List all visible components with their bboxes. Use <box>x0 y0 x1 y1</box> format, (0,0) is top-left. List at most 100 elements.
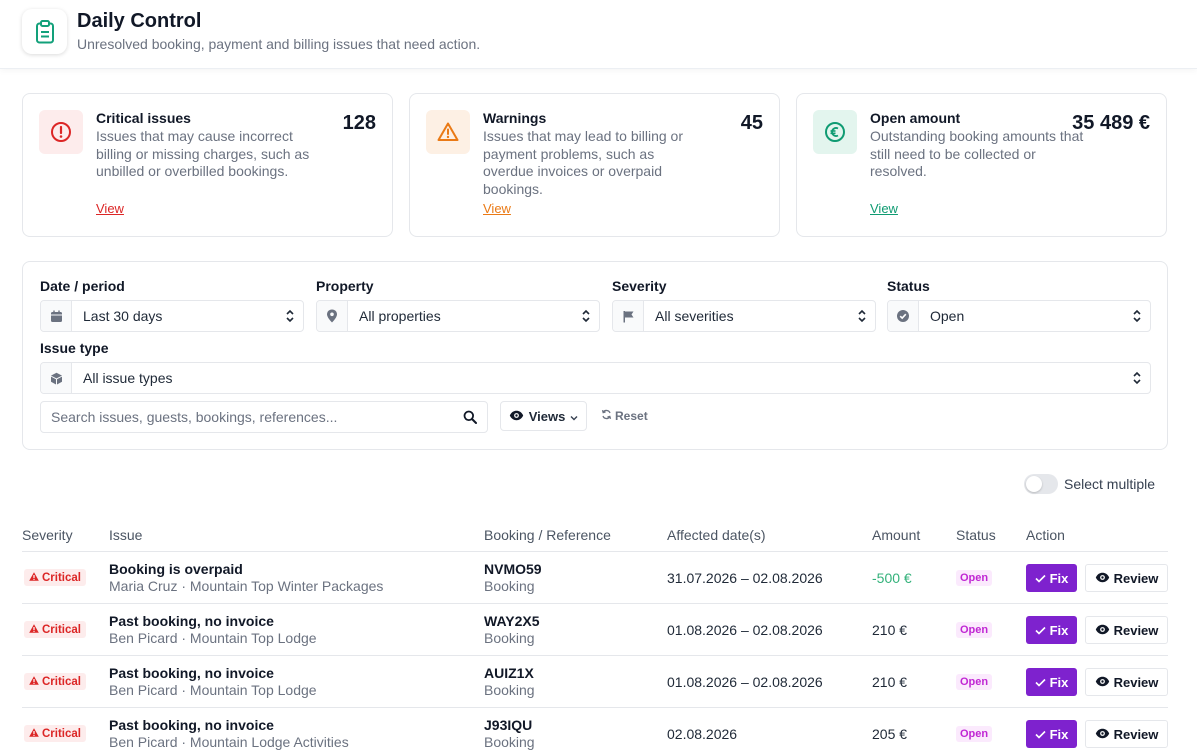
reference-type: Booking <box>484 682 535 698</box>
search-input[interactable] <box>51 409 451 425</box>
clipboard-icon <box>22 9 67 54</box>
severity-badge: Critical <box>24 725 86 742</box>
warning-triangle-icon <box>29 571 39 584</box>
date-filter-label: Date / period <box>40 278 125 294</box>
warning-triangle-icon <box>29 727 39 740</box>
chevron-updown-icon <box>1132 371 1142 390</box>
critical-view-link[interactable]: View <box>96 201 124 216</box>
issue-title: Past booking, no invoice <box>109 613 274 629</box>
severity-filter-label: Severity <box>612 278 667 294</box>
check-icon <box>1035 571 1046 586</box>
severity-badge: Critical <box>24 569 86 586</box>
fix-label: Fix <box>1049 674 1069 690</box>
reset-button[interactable]: Reset <box>601 409 648 423</box>
status-badge: Open <box>956 726 993 742</box>
map-pin-icon <box>317 301 348 331</box>
property-select[interactable]: All properties <box>316 300 600 332</box>
table-row[interactable]: Critical Past booking, no invoice Ben Pi… <box>22 604 1168 656</box>
review-button[interactable]: Review <box>1085 720 1168 748</box>
reference-type: Booking <box>484 578 535 594</box>
card-title: Open amount <box>870 110 961 126</box>
eye-icon <box>1095 675 1110 690</box>
open-amount-view-link[interactable]: View <box>870 201 898 216</box>
euro-icon <box>813 110 857 154</box>
cube-icon <box>41 363 72 393</box>
reference-type: Booking <box>484 630 535 646</box>
fix-label: Fix <box>1049 726 1069 742</box>
amount: -500 € <box>872 570 912 586</box>
status-badge: Open <box>956 622 993 638</box>
severity-select[interactable]: All severities <box>612 300 876 332</box>
amount: 205 € <box>872 726 908 742</box>
booking-reference[interactable]: AUIZ1X <box>484 665 534 681</box>
calendar-icon <box>41 301 72 331</box>
column-header-amount: Amount <box>872 527 921 543</box>
review-button[interactable]: Review <box>1085 564 1168 592</box>
date-period-value: Last 30 days <box>83 308 163 324</box>
issue-type-filter-label: Issue type <box>40 340 109 356</box>
check-icon <box>1035 727 1046 742</box>
issue-title: Past booking, no invoice <box>109 717 274 733</box>
booking-reference[interactable]: WAY2X5 <box>484 613 540 629</box>
issue-type-value: All issue types <box>83 370 173 386</box>
select-multiple-toggle[interactable] <box>1024 474 1058 494</box>
issue-title: Booking is overpaid <box>109 561 243 577</box>
views-button[interactable]: Views <box>500 401 587 431</box>
fix-label: Fix <box>1049 622 1069 638</box>
property-filter-label: Property <box>316 278 374 294</box>
check-circle-icon <box>888 301 919 331</box>
card-description: Outstanding booking amounts that still n… <box>870 128 1084 179</box>
card-description: Issues that may cause incorrect billing … <box>96 128 310 179</box>
table-row[interactable]: Critical Past booking, no invoice Ben Pi… <box>22 708 1168 756</box>
status-select[interactable]: Open <box>887 300 1151 332</box>
fix-button[interactable]: Fix <box>1026 564 1077 592</box>
column-header-issue: Issue <box>109 527 143 543</box>
reset-label: Reset <box>615 409 648 423</box>
review-button[interactable]: Review <box>1085 668 1168 696</box>
amount: 210 € <box>872 674 908 690</box>
status-filter-label: Status <box>887 278 930 294</box>
severity-label: Critical <box>42 571 81 584</box>
card-value: 35 489 € <box>1072 112 1150 134</box>
page-title: Daily Control <box>77 10 202 32</box>
fix-label: Fix <box>1049 570 1069 586</box>
card-description: Issues that may lead to billing or payme… <box>483 128 683 197</box>
date-period-select[interactable]: Last 30 days <box>40 300 304 332</box>
review-label: Review <box>1113 622 1159 638</box>
warning-triangle-icon <box>29 623 39 636</box>
chevron-updown-icon <box>1132 309 1142 328</box>
booking-reference[interactable]: NVMO59 <box>484 561 542 577</box>
fix-button[interactable]: Fix <box>1026 616 1077 644</box>
card-value: 128 <box>342 112 376 134</box>
eye-icon <box>1095 571 1110 586</box>
issue-detail: Maria Cruz · Mountain Top Winter Package… <box>109 578 384 594</box>
chevron-updown-icon <box>285 309 295 328</box>
search-field <box>40 401 488 433</box>
affected-dates: 02.08.2026 <box>667 726 738 742</box>
affected-dates: 01.08.2026 – 02.08.2026 <box>667 674 823 690</box>
review-label: Review <box>1113 570 1159 586</box>
alert-circle-icon <box>39 110 83 154</box>
fix-button[interactable]: Fix <box>1026 720 1077 748</box>
eye-icon <box>1095 727 1110 742</box>
check-icon <box>1035 623 1046 638</box>
severity-value: All severities <box>655 308 734 324</box>
views-label: Views <box>528 408 566 424</box>
search-icon[interactable] <box>463 410 477 429</box>
affected-dates: 01.08.2026 – 02.08.2026 <box>667 622 823 638</box>
booking-reference[interactable]: J93IQU <box>484 717 532 733</box>
open-amount-card: Open amount Outstanding booking amounts … <box>796 93 1167 237</box>
fix-button[interactable]: Fix <box>1026 668 1077 696</box>
property-value: All properties <box>359 308 441 324</box>
issue-type-select[interactable]: All issue types <box>40 362 1151 394</box>
warning-triangle-icon <box>426 110 470 154</box>
refresh-icon <box>601 409 612 423</box>
amount: 210 € <box>872 622 908 638</box>
table-row[interactable]: Critical Booking is overpaid Maria Cruz … <box>22 552 1168 604</box>
chevron-updown-icon <box>581 309 591 328</box>
review-button[interactable]: Review <box>1085 616 1168 644</box>
column-header-status: Status <box>956 527 996 543</box>
warnings-view-link[interactable]: View <box>483 201 511 216</box>
table-row[interactable]: Critical Past booking, no invoice Ben Pi… <box>22 656 1168 708</box>
check-icon <box>1035 675 1046 690</box>
